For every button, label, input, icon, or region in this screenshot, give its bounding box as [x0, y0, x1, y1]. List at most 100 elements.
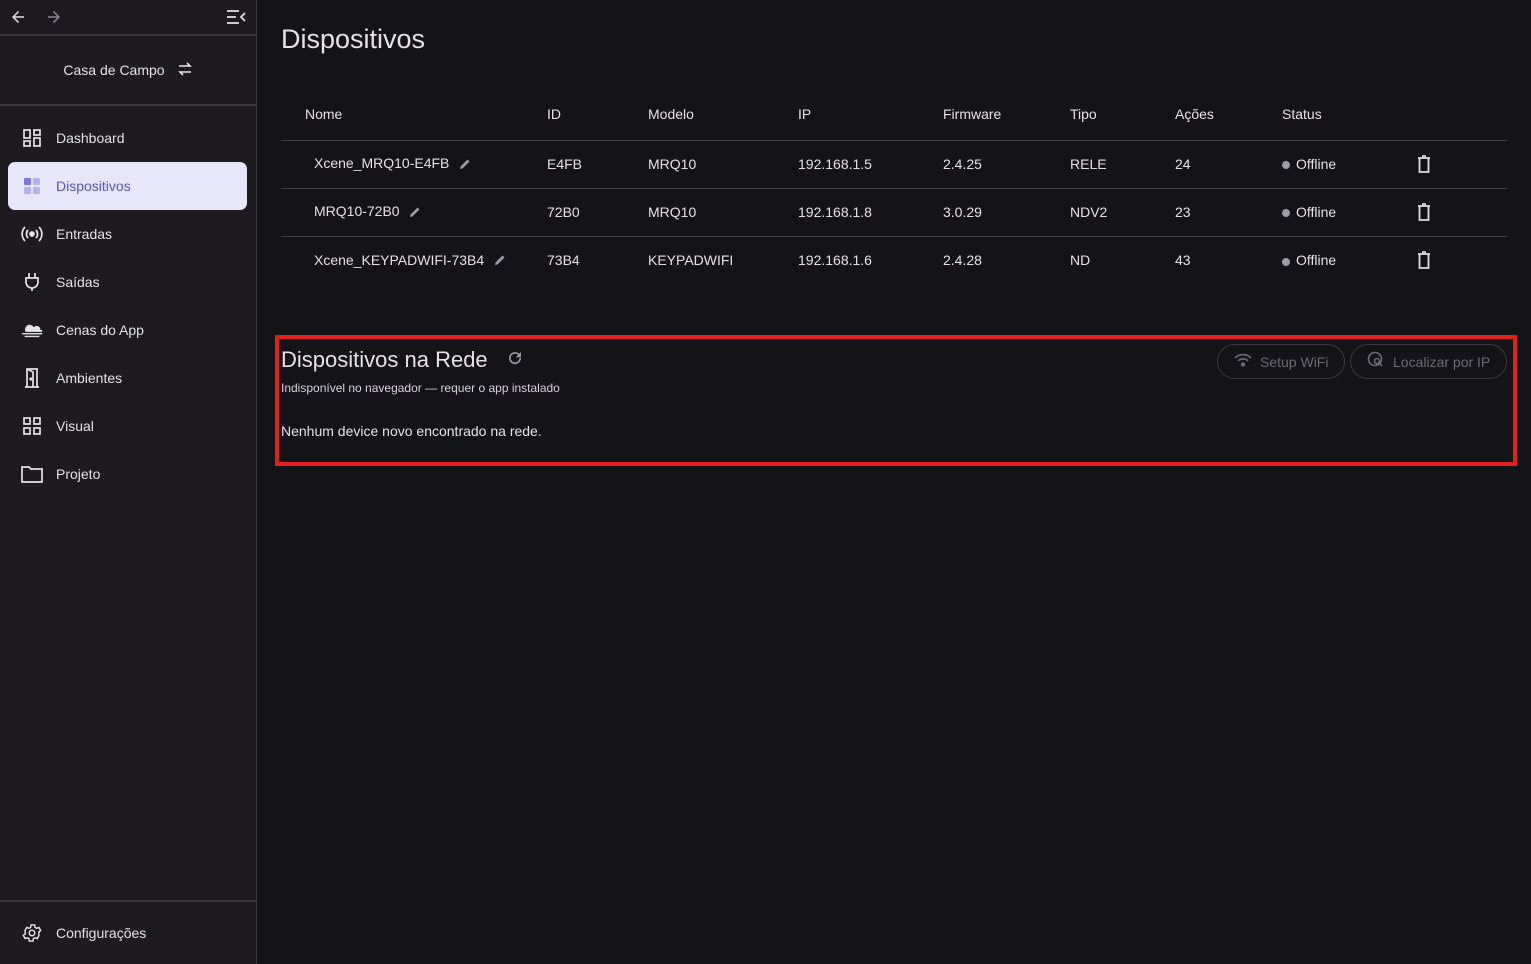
device-id: 72B0: [547, 188, 648, 237]
network-section-title: Dispositivos na Rede: [281, 347, 524, 373]
sidebar-item-label: Entradas: [56, 226, 113, 242]
device-firmware: 2.4.25: [943, 140, 1070, 189]
wifi-icon: [1234, 353, 1252, 370]
column-header-tipo[interactable]: Tipo: [1070, 88, 1175, 141]
setup-wifi-label: Setup WiFi: [1260, 353, 1329, 370]
sidebar-item-label: Cenas do App: [56, 322, 144, 338]
device-model: MRQ10: [648, 140, 798, 189]
device-name: Xcene_MRQ10-E4FB: [314, 155, 450, 172]
sidebar-item-cenas[interactable]: Cenas do App: [0, 306, 248, 354]
delete-icon[interactable]: [1417, 251, 1431, 270]
status-text: Offline: [1296, 204, 1337, 220]
device-status: Offline: [1282, 140, 1417, 189]
sidebar-item-entradas[interactable]: Entradas: [0, 210, 248, 258]
sidebar-topbar: [0, 0, 256, 34]
device-id: 73B4: [547, 252, 580, 269]
gear-icon: [20, 921, 44, 945]
project-switcher[interactable]: Casa de Campo: [0, 36, 256, 104]
device-ip: 192.168.1.8: [798, 188, 943, 237]
device-type: NDV2: [1070, 188, 1175, 237]
project-name: Casa de Campo: [63, 62, 165, 78]
sidebar-item-visual[interactable]: Visual: [0, 402, 248, 450]
refresh-icon[interactable]: [506, 347, 524, 373]
sidebar: Casa de Campo Dashboard Dispositivos Ent…: [0, 0, 257, 964]
sidebar-item-saidas[interactable]: Saídas: [0, 258, 248, 306]
delete-cell: [1417, 140, 1507, 189]
column-header-empty: [1417, 88, 1507, 141]
column-header-status[interactable]: Status: [1282, 88, 1417, 141]
setup-wifi-button[interactable]: Setup WiFi: [1217, 344, 1346, 379]
status-dot: [1282, 257, 1290, 266]
sidebar-item-label: Projeto: [56, 466, 101, 482]
sidebar-item-dispositivos[interactable]: Dispositivos: [8, 162, 247, 210]
column-header-nome[interactable]: Nome: [281, 88, 547, 141]
edit-icon[interactable]: [459, 157, 471, 173]
status-dot: [1282, 209, 1290, 218]
column-header-ip[interactable]: IP: [798, 88, 943, 141]
door-icon: [20, 366, 44, 390]
sidebar-item-label: Dashboard: [56, 130, 125, 146]
back-icon[interactable]: [8, 7, 28, 27]
table-row[interactable]: Xcene_MRQ10-E4FB E4FB MRQ10 192.168.1.5 …: [281, 140, 1507, 189]
status-text: Offline: [1296, 252, 1337, 269]
edit-icon[interactable]: [494, 253, 506, 269]
network-title-text: Dispositivos na Rede: [281, 347, 488, 372]
search-network-icon: [1367, 351, 1385, 372]
sidebar-bottom: Configurações: [0, 900, 256, 964]
device-firmware: 2.4.28: [943, 252, 982, 269]
forward-icon[interactable]: [44, 7, 64, 27]
device-id: E4FB: [547, 140, 648, 189]
delete-icon[interactable]: [1417, 203, 1431, 222]
status-text: Offline: [1296, 156, 1337, 172]
sidebar-nav: Dashboard Dispositivos Entradas Saídas C…: [0, 106, 256, 498]
device-name-cell: MRQ10-72B0: [281, 188, 547, 237]
device-name-cell: Xcene_KEYPADWIFI-73B4: [281, 236, 547, 284]
menu-collapse-icon[interactable]: [224, 6, 248, 28]
device-status: Offline: [1282, 188, 1417, 237]
table-row[interactable]: MRQ10-72B0 72B0 MRQ10 192.168.1.8 3.0.29…: [281, 188, 1507, 237]
devices-icon: [20, 174, 44, 198]
device-model: KEYPADWIFI: [648, 252, 734, 269]
device-actions: 24: [1175, 140, 1282, 189]
sidebar-item-label: Dispositivos: [56, 178, 131, 194]
sidebar-item-label: Visual: [56, 418, 94, 434]
grid-icon: [20, 414, 44, 438]
plug-icon: [20, 270, 44, 294]
column-header-id[interactable]: ID: [547, 88, 648, 141]
sidebar-item-ambientes[interactable]: Ambientes: [0, 354, 248, 402]
column-header-modelo[interactable]: Modelo: [648, 88, 798, 141]
device-actions: 43: [1175, 252, 1191, 269]
edit-icon[interactable]: [409, 205, 421, 221]
locate-by-ip-button[interactable]: Localizar por IP: [1350, 344, 1508, 379]
delete-icon[interactable]: [1417, 155, 1431, 174]
sidebar-item-dashboard[interactable]: Dashboard: [0, 114, 248, 162]
device-type: RELE: [1070, 140, 1175, 189]
device-name-cell: Xcene_MRQ10-E4FB: [281, 140, 547, 189]
column-header-firmware[interactable]: Firmware: [943, 88, 1070, 141]
device-model: MRQ10: [648, 188, 798, 237]
device-firmware: 3.0.29: [943, 188, 1070, 237]
sidebar-item-projeto[interactable]: Projeto: [0, 450, 248, 498]
sensors-icon: [20, 222, 44, 246]
delete-cell: [1417, 236, 1507, 284]
device-type: ND: [1070, 252, 1091, 269]
device-status: Offline: [1282, 236, 1417, 284]
sidebar-item-configuracoes[interactable]: Configurações: [0, 902, 248, 964]
delete-cell: [1417, 188, 1507, 237]
cloud-icon: [20, 318, 44, 342]
status-dot: [1282, 161, 1290, 170]
network-empty-message: Nenhum device novo encontrado na rede.: [281, 423, 542, 439]
locate-ip-label: Localizar por IP: [1393, 353, 1491, 370]
column-header-acoes[interactable]: Ações: [1175, 88, 1282, 141]
sidebar-item-label: Ambientes: [56, 370, 123, 386]
swap-icon[interactable]: [177, 61, 193, 79]
network-subtitle: Indisponível no navegador — requer o app…: [281, 381, 560, 395]
table-header-row: Nome ID Modelo IP Firmware Tipo Ações St…: [281, 88, 1507, 141]
folder-icon: [20, 462, 44, 486]
main-content: Dispositivos Nome ID Modelo IP Firmware …: [258, 0, 1531, 964]
devices-table: Nome ID Modelo IP Firmware Tipo Ações St…: [281, 88, 1507, 284]
page-title: Dispositivos: [281, 24, 426, 54]
device-name: Xcene_KEYPADWIFI-73B4: [314, 251, 485, 268]
table-row[interactable]: Xcene_KEYPADWIFI-73B4 73B4 KEYPADWIFI 19…: [281, 236, 1507, 284]
sidebar-item-label: Configurações: [56, 925, 147, 941]
